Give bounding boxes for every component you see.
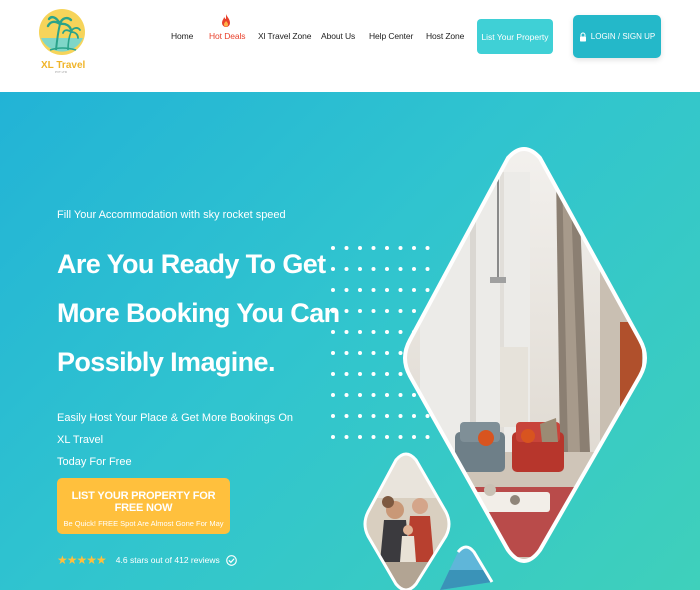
login-signup-label: LOGIN / SIGN UP bbox=[590, 32, 656, 41]
flame-icon bbox=[222, 14, 230, 27]
lock-icon bbox=[579, 32, 586, 41]
xl-travel-logo[interactable]: XL Travel PVT LTD bbox=[38, 4, 88, 74]
nav-help-center[interactable]: Help Center bbox=[369, 31, 413, 41]
logo-tagline: PVT LTD bbox=[55, 70, 68, 74]
top-navbar: XL Travel PVT LTD Home Hot Deals Xl Trav… bbox=[0, 0, 700, 92]
family-photo bbox=[365, 454, 449, 590]
nav-xl-travel-zone[interactable]: Xl Travel Zone bbox=[258, 31, 312, 41]
hero-section: Fill Your Accommodation with sky rocket … bbox=[0, 92, 700, 590]
list-your-property-button[interactable]: List Your Property bbox=[477, 19, 553, 54]
nav-hot-deals-label: Hot Deals bbox=[209, 31, 246, 41]
hero-photo-collage bbox=[363, 147, 647, 590]
login-signup-button[interactable]: LOGIN / SIGN UP bbox=[573, 15, 661, 58]
nav-host-zone[interactable]: Host Zone bbox=[426, 31, 464, 41]
nav-about-us[interactable]: About Us bbox=[321, 31, 355, 41]
nav-hot-deals[interactable]: Hot Deals bbox=[209, 14, 246, 41]
nav-home[interactable]: Home bbox=[171, 31, 193, 41]
